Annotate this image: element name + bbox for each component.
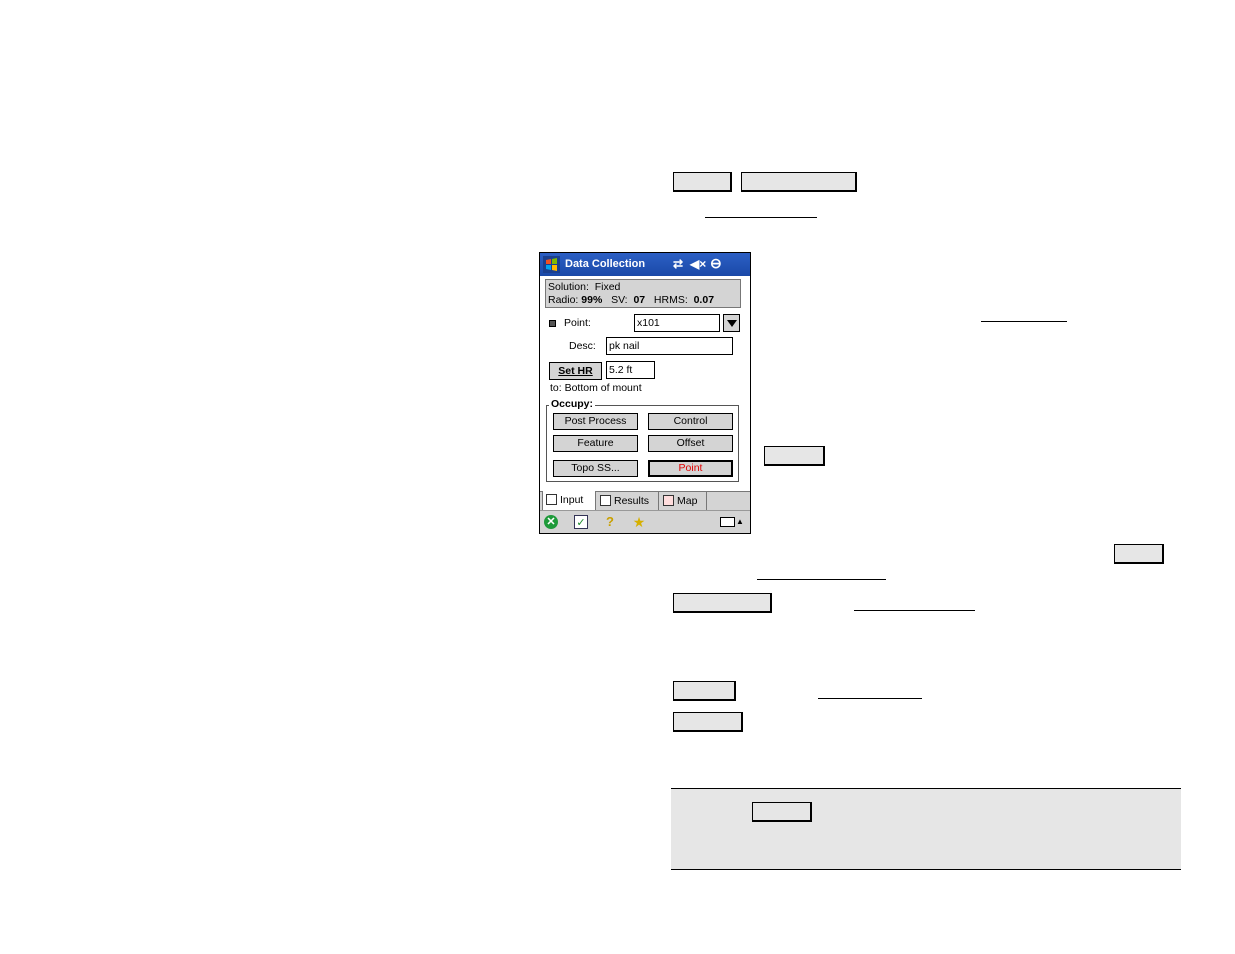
doc-underline-2 [981,321,1067,322]
sv-value: 07 [633,294,646,306]
input-tab-icon [546,494,557,505]
doc-key-button-5 [673,593,772,613]
power-icon[interactable]: ⊖ [710,256,722,270]
note-key-button [752,802,812,822]
occupy-label: Occupy: [549,398,596,410]
point-label: Point: [564,317,591,329]
sync-icon[interactable]: ⇄ [673,257,683,271]
results-tab-icon [600,495,611,506]
offset-button[interactable]: Offset [648,435,733,452]
solution-label: Solution: [548,281,589,293]
window-title: Data Collection [565,258,646,270]
windows-start-icon[interactable] [543,256,560,273]
hr-to-text: to: Bottom of mount [550,382,642,394]
doc-key-button-2 [741,172,857,192]
radio-label: Radio: [548,294,579,306]
help-icon[interactable]: ? [603,515,617,529]
map-tab-icon [663,495,674,506]
doc-underline-5 [818,698,922,699]
doc-key-button-4 [1114,544,1164,564]
doc-underline-4 [854,610,975,611]
title-bar: Data Collection ⇄ ◀× ⊖ [540,253,750,276]
desc-input[interactable]: pk nail [606,337,733,355]
point-input[interactable]: x101 [634,314,720,332]
checklist-icon[interactable]: ✓ [574,515,588,529]
status-panel: Solution: Fixed Radio: 99% SV: 07 HRMS: … [545,279,741,308]
keyboard-up-arrow-icon[interactable]: ▲ [735,515,745,529]
feature-button[interactable]: Feature [553,435,638,452]
device-screen: Data Collection ⇄ ◀× ⊖ Solution: Fixed R… [539,252,751,534]
doc-key-button-1 [673,172,732,192]
radio-value: 99% [581,294,603,306]
keyboard-icon[interactable] [720,517,735,527]
hrms-label: HRMS: [653,294,688,306]
tab-input[interactable]: Input [542,491,596,511]
point-button[interactable]: Point [648,460,733,477]
tab-results[interactable]: Results [597,492,659,510]
favorites-star-icon[interactable]: ★ [632,515,646,529]
set-hr-button[interactable]: Set HR [549,362,602,380]
hrms-value: 0.07 [693,294,715,306]
sv-label: SV: [611,294,628,306]
doc-key-button-6 [673,681,736,701]
hr-input[interactable]: 5.2 ft [606,361,655,379]
desc-label: Desc: [569,340,596,352]
post-process-button[interactable]: Post Process [553,413,638,430]
tab-strip: Input Results Map [540,491,750,511]
note-box [671,788,1181,870]
close-icon[interactable]: ✕ [544,515,558,529]
solution-value: Fixed [594,281,621,293]
point-marker-icon [549,320,556,327]
doc-underline-3 [757,579,886,580]
topo-ss-button[interactable]: Topo SS... [553,460,638,477]
doc-underline-1 [705,217,817,218]
doc-key-button-7 [673,712,743,732]
doc-key-button-3 [764,446,825,466]
control-button[interactable]: Control [648,413,733,430]
tab-map[interactable]: Map [660,492,707,510]
point-dropdown-button[interactable] [723,314,740,332]
bottom-toolbar: ✕ ✓ ? ★ ▲ [540,510,750,533]
volume-mute-icon[interactable]: ◀× [690,257,706,271]
